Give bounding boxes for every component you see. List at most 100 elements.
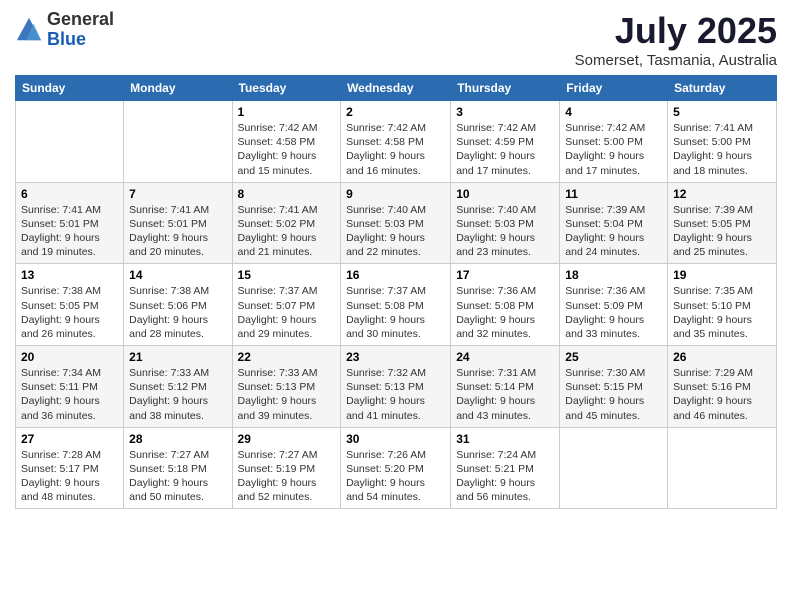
day-info: Sunrise: 7:42 AM Sunset: 5:00 PM Dayligh… (565, 121, 662, 178)
calendar-cell: 6 Sunrise: 7:41 AM Sunset: 5:01 PM Daylig… (16, 182, 124, 264)
calendar-cell: 10Sunrise: 7:40 AM Sunset: 5:03 PM Dayli… (451, 182, 560, 264)
day-number: 1 (238, 105, 336, 119)
main-title: July 2025 (575, 10, 777, 52)
calendar-cell: 9Sunrise: 7:40 AM Sunset: 5:03 PM Daylig… (341, 182, 451, 264)
day-info: Sunrise: 7:27 AM Sunset: 5:19 PM Dayligh… (238, 448, 336, 505)
day-number: 25 (565, 350, 662, 364)
logo: General Blue (15, 10, 114, 50)
calendar-cell: 30 Sunrise: 7:26 AM Sunset: 5:20 PM Dayli… (341, 427, 451, 509)
title-block: July 2025 Somerset, Tasmania, Australia (575, 10, 777, 69)
day-info: Sunrise: 7:39 AM Sunset: 5:05 PM Dayligh… (673, 203, 771, 260)
logo-text: General Blue (47, 10, 114, 50)
day-number: 28 (129, 432, 226, 446)
calendar-cell: 23Sunrise: 7:32 AM Sunset: 5:13 PM Dayli… (341, 346, 451, 428)
day-number: 27 (21, 432, 118, 446)
day-info: Sunrise: 7:41 AM Sunset: 5:00 PM Dayligh… (673, 121, 771, 178)
day-info: Sunrise: 7:35 AM Sunset: 5:10 PM Dayligh… (673, 284, 771, 341)
day-info: Sunrise: 7:41 AM Sunset: 5:01 PM Dayligh… (21, 203, 118, 260)
day-info: Sunrise: 7:31 AM Sunset: 5:14 PM Dayligh… (456, 366, 554, 423)
calendar-day-header: Thursday (451, 76, 560, 101)
day-number: 3 (456, 105, 554, 119)
day-number: 9 (346, 187, 445, 201)
day-number: 19 (673, 268, 771, 282)
day-number: 2 (346, 105, 445, 119)
calendar-week-row: 27 Sunrise: 7:28 AM Sunset: 5:17 PM Dayli… (16, 427, 777, 509)
calendar-cell: 19 Sunrise: 7:35 AM Sunset: 5:10 PM Dayli… (668, 264, 777, 346)
day-info: Sunrise: 7:38 AM Sunset: 5:06 PM Dayligh… (129, 284, 226, 341)
calendar-cell (668, 427, 777, 509)
calendar-cell: 25 Sunrise: 7:30 AM Sunset: 5:15 PM Dayli… (560, 346, 668, 428)
calendar-cell: 31 Sunrise: 7:24 AM Sunset: 5:21 PM Dayli… (451, 427, 560, 509)
day-info: Sunrise: 7:32 AM Sunset: 5:13 PM Dayligh… (346, 366, 445, 423)
calendar-cell: 16Sunrise: 7:37 AM Sunset: 5:08 PM Dayli… (341, 264, 451, 346)
day-number: 6 (21, 187, 118, 201)
calendar-cell: 17 Sunrise: 7:36 AM Sunset: 5:08 PM Dayli… (451, 264, 560, 346)
day-info: Sunrise: 7:33 AM Sunset: 5:12 PM Dayligh… (129, 366, 226, 423)
day-info: Sunrise: 7:29 AM Sunset: 5:16 PM Dayligh… (673, 366, 771, 423)
calendar-cell: 15Sunrise: 7:37 AM Sunset: 5:07 PM Dayli… (232, 264, 341, 346)
day-info: Sunrise: 7:33 AM Sunset: 5:13 PM Dayligh… (238, 366, 336, 423)
calendar-cell: 1 Sunrise: 7:42 AM Sunset: 4:58 PM Daylig… (232, 101, 341, 183)
calendar-week-row: 1 Sunrise: 7:42 AM Sunset: 4:58 PM Daylig… (16, 101, 777, 183)
day-number: 31 (456, 432, 554, 446)
day-number: 18 (565, 268, 662, 282)
calendar-table: SundayMondayTuesdayWednesdayThursdayFrid… (15, 75, 777, 509)
day-number: 22 (238, 350, 336, 364)
logo-blue: Blue (47, 30, 114, 50)
calendar-cell: 5Sunrise: 7:41 AM Sunset: 5:00 PM Daylig… (668, 101, 777, 183)
calendar-cell: 12 Sunrise: 7:39 AM Sunset: 5:05 PM Dayli… (668, 182, 777, 264)
day-info: Sunrise: 7:38 AM Sunset: 5:05 PM Dayligh… (21, 284, 118, 341)
calendar-cell: 13Sunrise: 7:38 AM Sunset: 5:05 PM Dayli… (16, 264, 124, 346)
day-number: 10 (456, 187, 554, 201)
logo-general: General (47, 10, 114, 30)
day-number: 29 (238, 432, 336, 446)
calendar-cell: 24 Sunrise: 7:31 AM Sunset: 5:14 PM Dayli… (451, 346, 560, 428)
logo-icon (15, 16, 43, 44)
calendar-body: 1 Sunrise: 7:42 AM Sunset: 4:58 PM Daylig… (16, 101, 777, 509)
calendar-cell: 26Sunrise: 7:29 AM Sunset: 5:16 PM Dayli… (668, 346, 777, 428)
day-info: Sunrise: 7:24 AM Sunset: 5:21 PM Dayligh… (456, 448, 554, 505)
calendar-day-header: Wednesday (341, 76, 451, 101)
calendar-cell: 29 Sunrise: 7:27 AM Sunset: 5:19 PM Dayli… (232, 427, 341, 509)
calendar-week-row: 13Sunrise: 7:38 AM Sunset: 5:05 PM Dayli… (16, 264, 777, 346)
calendar-cell: 20Sunrise: 7:34 AM Sunset: 5:11 PM Dayli… (16, 346, 124, 428)
day-info: Sunrise: 7:41 AM Sunset: 5:01 PM Dayligh… (129, 203, 226, 260)
day-info: Sunrise: 7:26 AM Sunset: 5:20 PM Dayligh… (346, 448, 445, 505)
day-info: Sunrise: 7:28 AM Sunset: 5:17 PM Dayligh… (21, 448, 118, 505)
day-number: 8 (238, 187, 336, 201)
calendar-cell: 28Sunrise: 7:27 AM Sunset: 5:18 PM Dayli… (124, 427, 232, 509)
calendar-cell: 3 Sunrise: 7:42 AM Sunset: 4:59 PM Daylig… (451, 101, 560, 183)
day-number: 7 (129, 187, 226, 201)
day-number: 24 (456, 350, 554, 364)
calendar-day-header: Monday (124, 76, 232, 101)
day-info: Sunrise: 7:36 AM Sunset: 5:08 PM Dayligh… (456, 284, 554, 341)
calendar-cell: 22 Sunrise: 7:33 AM Sunset: 5:13 PM Dayli… (232, 346, 341, 428)
day-number: 17 (456, 268, 554, 282)
calendar-cell: 11Sunrise: 7:39 AM Sunset: 5:04 PM Dayli… (560, 182, 668, 264)
day-number: 14 (129, 268, 226, 282)
day-number: 12 (673, 187, 771, 201)
main-container: General Blue July 2025 Somerset, Tasmani… (0, 0, 792, 519)
day-info: Sunrise: 7:37 AM Sunset: 5:08 PM Dayligh… (346, 284, 445, 341)
day-info: Sunrise: 7:42 AM Sunset: 4:58 PM Dayligh… (346, 121, 445, 178)
calendar-cell: 4 Sunrise: 7:42 AM Sunset: 5:00 PM Daylig… (560, 101, 668, 183)
calendar-week-row: 20Sunrise: 7:34 AM Sunset: 5:11 PM Dayli… (16, 346, 777, 428)
day-info: Sunrise: 7:30 AM Sunset: 5:15 PM Dayligh… (565, 366, 662, 423)
calendar-cell (560, 427, 668, 509)
calendar-cell (124, 101, 232, 183)
day-number: 15 (238, 268, 336, 282)
calendar-cell: 21Sunrise: 7:33 AM Sunset: 5:12 PM Dayli… (124, 346, 232, 428)
calendar-week-row: 6 Sunrise: 7:41 AM Sunset: 5:01 PM Daylig… (16, 182, 777, 264)
day-info: Sunrise: 7:42 AM Sunset: 4:58 PM Dayligh… (238, 121, 336, 178)
calendar-day-header: Tuesday (232, 76, 341, 101)
day-info: Sunrise: 7:42 AM Sunset: 4:59 PM Dayligh… (456, 121, 554, 178)
day-info: Sunrise: 7:39 AM Sunset: 5:04 PM Dayligh… (565, 203, 662, 260)
subtitle: Somerset, Tasmania, Australia (575, 52, 777, 69)
day-number: 20 (21, 350, 118, 364)
calendar-cell: 18Sunrise: 7:36 AM Sunset: 5:09 PM Dayli… (560, 264, 668, 346)
day-number: 4 (565, 105, 662, 119)
calendar-cell: 14 Sunrise: 7:38 AM Sunset: 5:06 PM Dayli… (124, 264, 232, 346)
header: General Blue July 2025 Somerset, Tasmani… (15, 10, 777, 69)
day-info: Sunrise: 7:41 AM Sunset: 5:02 PM Dayligh… (238, 203, 336, 260)
day-number: 30 (346, 432, 445, 446)
